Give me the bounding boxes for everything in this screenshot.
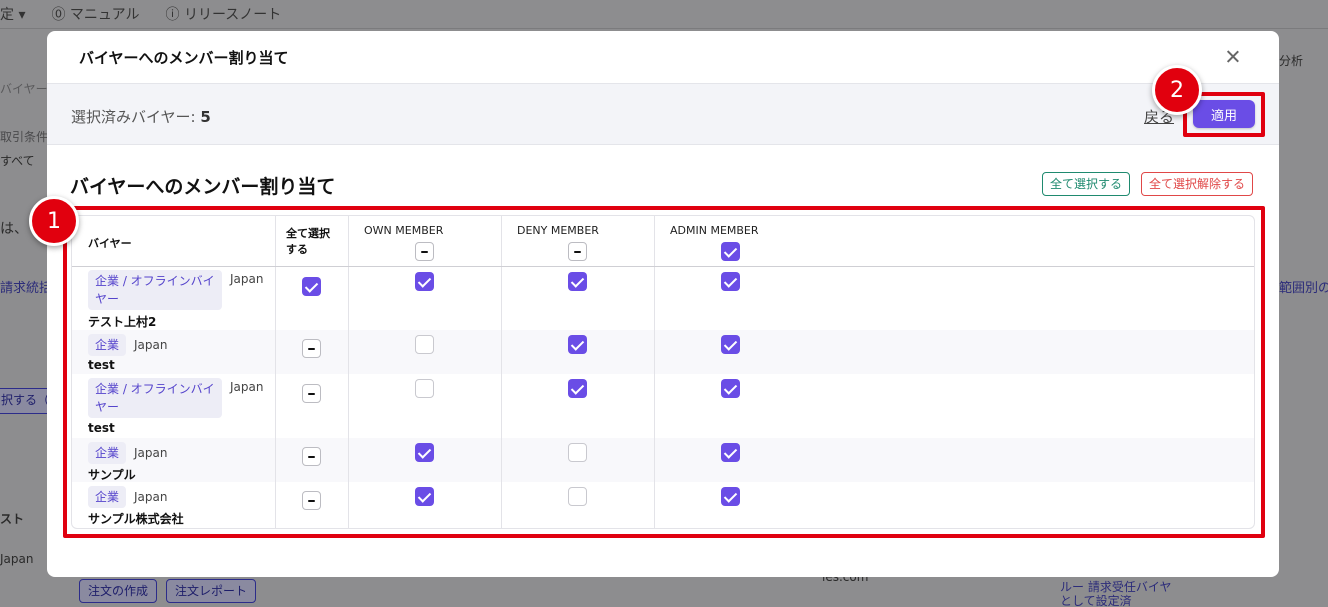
bg-analysis-tab: 分析 [1279,54,1304,68]
bg-text: スト [0,512,25,526]
close-icon[interactable] [1223,47,1243,67]
bg-text: 取引条件 [0,130,49,144]
section-title: バイヤーへのメンバー割り当て [70,176,336,198]
highlight-box-table [63,206,1265,538]
bg-text: は、 [0,221,28,237]
bg-manual-link: ⓪ マニュアル [51,7,140,23]
select-all-button[interactable]: 全て選択する [1042,172,1131,196]
bg-settings-menu: 定 ▾ [0,7,26,23]
selection-bar: 選択済みバイヤー: 5 戻る 適用 [47,83,1279,145]
bg-create-order-button: 注文の作成 [79,579,158,603]
step-badge-2: 2 [1152,65,1202,115]
selected-count-value: 5 [200,108,211,126]
bg-text: すべて [0,154,35,168]
bg-text: バイヤー [0,82,48,96]
selected-label: 選択済みバイヤー: [71,108,201,126]
bg-order-report-button: 注文レポート [166,579,257,603]
deselect-all-button[interactable]: 全て選択解除する [1141,172,1254,196]
bg-divider [0,28,1328,29]
bg-text: として設定済 [1060,594,1132,607]
modal-title: バイヤーへのメンバー割り当て [79,48,289,67]
bg-release-notes-link: ⓘ リリースノート [165,7,282,23]
bg-text: Japan [0,552,34,566]
background-topbar: 定 ▾ ⓪ マニュアル ⓘ リリースノート [0,0,1328,28]
step-badge-1: 1 [29,196,79,246]
selected-buyers-count: 選択済みバイヤー: 5 [71,106,211,127]
bg-text: 請求統括 [0,281,53,296]
bg-text: 範囲別の [1279,281,1328,296]
modal-header: バイヤーへのメンバー割り当て [47,31,1279,83]
